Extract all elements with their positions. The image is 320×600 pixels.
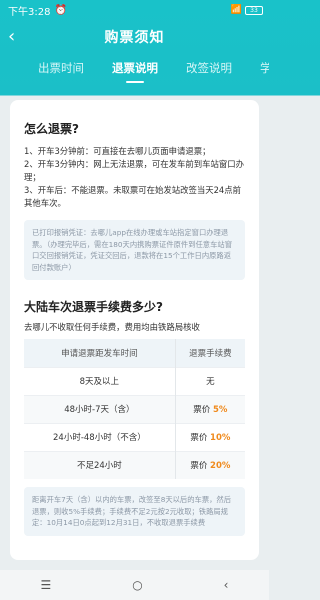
page-title: 购票须知	[104, 30, 165, 46]
refund-fee-section: 大陆车次退票手续费多少? 去哪儿不收取任何手续费，费用均由铁路局核收 申请退票距…	[24, 298, 245, 536]
table-header-time: 申请退票距发车时间	[24, 339, 176, 367]
refund-rule-1: 1、开车3分钟前：可直接在去哪儿页面申请退票；	[24, 146, 211, 156]
row-fee: 票价 5%	[175, 394, 245, 423]
menu-icon[interactable]: ☰	[40, 578, 51, 592]
row-time: 8天及以上	[24, 366, 176, 395]
table-row: 8天及以上 无	[24, 366, 245, 395]
tab-change-info[interactable]: 改签说明	[186, 54, 232, 76]
table-row: 24小时-48小时（不含） 票价 10%	[24, 422, 245, 451]
fee-rules-note: 距离开车7天（含）以内的车票，改签至8天以后的车票，然后退票，则收5%手续费；手…	[24, 487, 245, 536]
wifi-icon: 📶	[230, 5, 242, 15]
row-fee: 票价 10%	[175, 422, 245, 451]
row-fee: 票价 20%	[175, 450, 245, 479]
refund-rule-3: 3、开车后：不能退票。未取票可在始发站改签当天24点前其他车次。	[24, 185, 241, 208]
content-card: 怎么退票? 1、开车3分钟前：可直接在去哪儿页面申请退票； 2、开车3分钟内：网…	[10, 100, 259, 560]
row-fee: 无	[175, 366, 245, 395]
printed-receipt-note: 已打印报销凭证：去哪儿app在线办理或车站指定窗口办理退票。（办理完毕后，需在1…	[24, 220, 245, 280]
tab-bar: 出票时间 退票说明 改签说明 学	[0, 54, 269, 84]
section-heading-refund-fee: 大陆车次退票手续费多少?	[24, 300, 163, 314]
row-time: 不足24小时	[24, 450, 176, 479]
back-arrow-icon[interactable]: ‹	[8, 26, 15, 47]
status-time: 下午3:28	[8, 6, 51, 18]
tab-ticket-time[interactable]: 出票时间	[38, 54, 84, 76]
refund-fee-table: 申请退票距发车时间 退票手续费 8天及以上 无 48小时-7天（含） 票价 5%…	[24, 339, 245, 479]
table-header-fee: 退票手续费	[175, 339, 245, 367]
home-icon[interactable]: ○	[132, 578, 142, 592]
table-row: 48小时-7天（含） 票价 5%	[24, 394, 245, 423]
fee-subtitle: 去哪儿不收取任何手续费，费用均由铁路局核收	[24, 322, 200, 332]
battery-indicator: 33	[245, 5, 263, 15]
tab-student[interactable]: 学	[260, 54, 269, 76]
tab-refund-info[interactable]: 退票说明	[112, 54, 158, 76]
section-heading-how-to-refund: 怎么退票?	[24, 122, 79, 136]
app-bar: ‹ 购票须知	[0, 20, 269, 54]
status-bar: 下午3:28 ⏰ 📶 33	[0, 0, 269, 20]
row-time: 24小时-48小时（不含）	[24, 422, 176, 451]
back-icon[interactable]: ‹	[224, 578, 229, 592]
refund-rule-2: 2、开车3分钟内：网上无法退票，可在发车前到车站窗口办理；	[24, 159, 245, 182]
system-nav-bar: ☰ ○ ‹	[0, 570, 269, 600]
row-time: 48小时-7天（含）	[24, 394, 176, 423]
alarm-clock-icon: ⏰	[54, 4, 67, 16]
table-row: 不足24小时 票价 20%	[24, 450, 245, 479]
